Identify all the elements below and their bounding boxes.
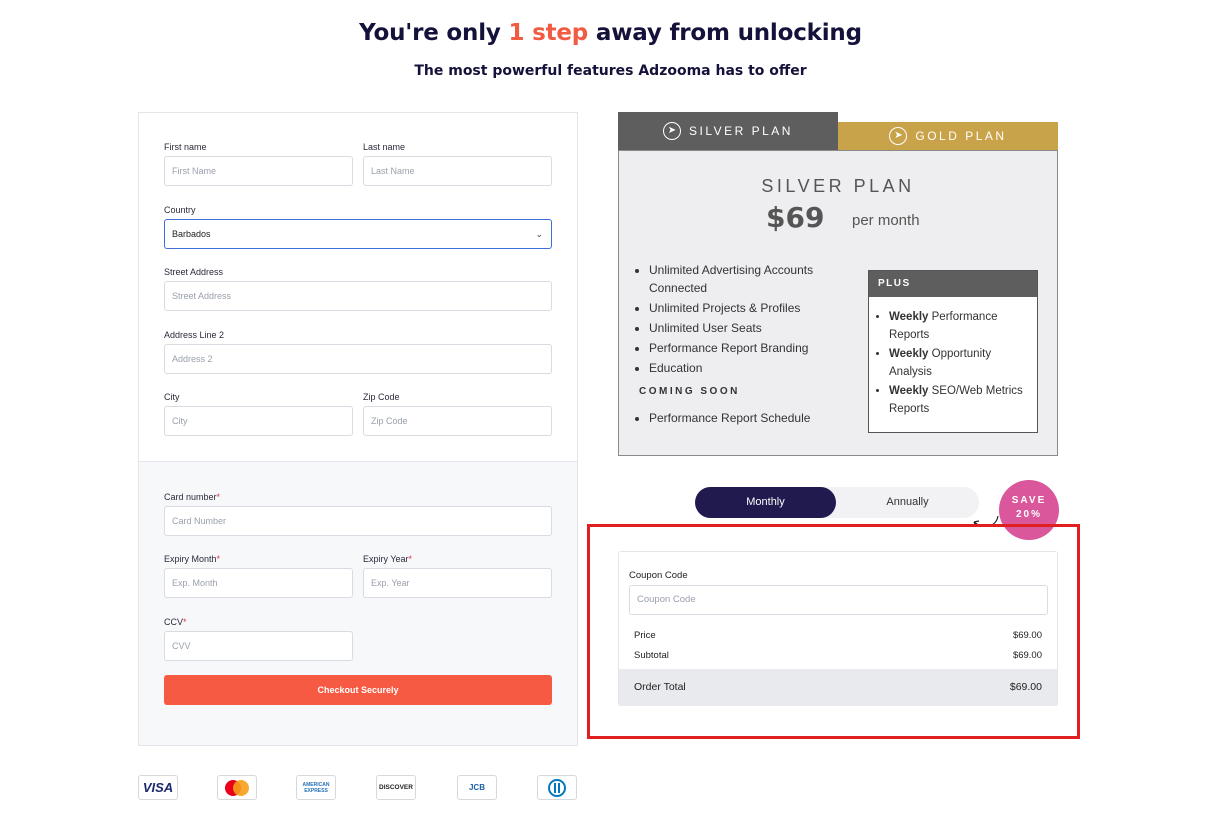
zip-label: Zip Code: [363, 392, 400, 402]
list-item: Unlimited User Seats: [649, 319, 869, 337]
ccv-field[interactable]: CVV: [164, 631, 353, 661]
checkout-button[interactable]: Checkout Securely: [164, 675, 552, 705]
title-suffix: away from unlocking: [595, 20, 862, 46]
chevron-down-icon: ⌄: [535, 229, 543, 239]
coming-soon-list: Performance Report Schedule: [649, 409, 810, 427]
visa-logo: VISA: [138, 775, 178, 800]
address2-field[interactable]: Address 2: [164, 344, 552, 374]
last-name-field[interactable]: Last Name: [363, 156, 552, 186]
city-label: City: [164, 392, 180, 402]
city-field[interactable]: City: [164, 406, 353, 436]
card-number-label: Card number*: [164, 492, 221, 502]
billing-period-toggle: Monthly Annually: [695, 487, 979, 518]
expiry-month-field[interactable]: Exp. Month: [164, 568, 353, 598]
plus-list: Weekly Performance Reports Weekly Opport…: [869, 297, 1037, 418]
tab-silver-plan[interactable]: ➤ SILVER PLAN: [618, 112, 838, 150]
plus-heading: PLUS: [869, 271, 1037, 297]
street-label: Street Address: [164, 267, 224, 277]
coming-soon-heading: COMING SOON: [639, 386, 740, 397]
highlight-box: [587, 524, 1080, 739]
plan-price: $69: [766, 201, 825, 234]
country-value: Barbados: [172, 229, 211, 239]
amex-logo: AMERICAN EXPRESS: [296, 775, 336, 800]
street-field[interactable]: Street Address: [164, 281, 552, 311]
expiry-year-field[interactable]: Exp. Year: [363, 568, 552, 598]
list-item: Unlimited Advertising Accounts Connected: [649, 261, 869, 297]
expiry-year-label: Expiry Year*: [363, 554, 413, 564]
list-item: Unlimited Projects & Profiles: [649, 299, 869, 317]
mastercard-logo: [217, 775, 257, 800]
plan-title: SILVER PLAN: [761, 176, 915, 196]
last-name-label: Last name: [363, 142, 406, 152]
list-item: Performance Report Schedule: [649, 409, 810, 427]
address2-label: Address Line 2: [164, 330, 225, 340]
rocket-icon: ➤: [889, 127, 908, 145]
page-title: You're only 1 step away from unlocking: [0, 20, 1221, 46]
tab-gold-plan[interactable]: ➤ GOLD PLAN: [838, 122, 1058, 150]
diners-logo: [537, 775, 577, 800]
zip-field[interactable]: Zip Code: [363, 406, 552, 436]
jcb-logo: JCB: [457, 775, 497, 800]
expiry-month-label: Expiry Month*: [164, 554, 221, 564]
page-subtitle: The most powerful features Adzooma has t…: [414, 63, 807, 79]
title-prefix: You're only: [359, 20, 501, 46]
rocket-icon: ➤: [663, 122, 681, 140]
billing-form: First name First Name Last name Last Nam…: [138, 112, 578, 746]
discover-logo: DISCOVER: [376, 775, 416, 800]
plan-period: per month: [852, 212, 920, 229]
first-name-label: First name: [164, 142, 207, 152]
monthly-option[interactable]: Monthly: [695, 487, 836, 518]
list-item: Weekly Opportunity Analysis: [889, 346, 1029, 381]
list-item: Weekly Performance Reports: [889, 309, 1029, 344]
plus-box: PLUS Weekly Performance Reports Weekly O…: [868, 270, 1038, 433]
country-select[interactable]: Barbados ⌄: [164, 219, 552, 249]
ccv-label: CCV*: [164, 617, 187, 627]
annually-option[interactable]: Annually: [836, 487, 979, 518]
plan-details: SILVER PLAN $69 per month Unlimited Adve…: [618, 150, 1058, 456]
card-number-field[interactable]: Card Number: [164, 506, 552, 536]
list-item: Performance Report Branding: [649, 339, 869, 357]
list-item: Weekly SEO/Web Metrics Reports: [889, 383, 1029, 418]
list-item: Education: [649, 359, 869, 377]
feature-list: Unlimited Advertising Accounts Connected…: [649, 261, 869, 379]
country-label: Country: [164, 205, 196, 215]
first-name-field[interactable]: First Name: [164, 156, 353, 186]
title-accent: 1 step: [508, 20, 589, 46]
